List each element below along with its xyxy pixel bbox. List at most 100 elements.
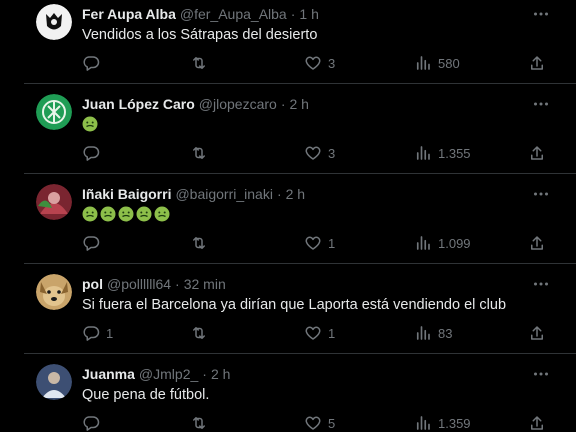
author-handle[interactable]: @fer_Aupa_Alba [180,6,287,22]
tweet-time[interactable]: 1 h [299,6,318,22]
share-icon [531,56,543,70]
author-name[interactable]: Fer Aupa Alba [82,6,176,22]
more-icon [534,192,548,196]
tweet-header: Iñaki Baigorri @baigorri_inaki · 2 h [82,184,305,204]
more-icon [534,282,548,286]
more-options-button[interactable] [532,5,550,23]
reply-feed: Fer Aupa Alba @fer_Aupa_Alba · 1 h Vendi… [0,0,576,432]
reply-icon [83,146,100,161]
share-button[interactable] [528,411,546,432]
reply-button[interactable] [82,231,106,255]
author-name[interactable]: pol [82,276,103,292]
like-count: 3 [328,145,336,161]
share-button[interactable] [528,51,546,75]
tweet-time[interactable]: 2 h [211,366,230,382]
views-icon [416,236,430,250]
tweet-text: Que pena de fútbol. [82,387,210,403]
views-count: 1.099 [438,235,471,251]
separator-dot: · [175,276,180,292]
retweet-button[interactable] [190,321,214,345]
share-button[interactable] [528,321,546,345]
tweet-juanma[interactable]: Juanma @Jmlp2_ · 2 h Que pena de fútbol.… [24,354,576,432]
like-icon [305,236,321,250]
share-icon [531,416,543,430]
avatar[interactable] [36,184,72,220]
tweet-time[interactable]: 2 h [290,96,309,112]
views-button[interactable]: 1.359 [414,411,471,432]
retweet-icon [193,237,205,249]
author-handle[interactable]: @jlopezcaro [199,96,277,112]
retweet-icon [193,147,205,159]
views-button[interactable]: 1.099 [414,231,471,255]
nauseated-face-emoji [82,116,98,132]
share-button[interactable] [528,141,546,165]
tweet-header: Juanma @Jmlp2_ · 2 h [82,364,230,384]
like-count: 3 [328,55,336,71]
retweet-button[interactable] [190,231,214,255]
share-icon [531,146,543,160]
like-button[interactable]: 3 [304,51,335,75]
tweet-actions: 3 580 [82,51,560,75]
nauseated-face-emoji [154,206,170,222]
author-name[interactable]: Juan López Caro [82,96,195,112]
views-count: 1.359 [438,415,471,431]
nauseated-face-emoji [118,206,134,222]
tweet-actions: 1 1 83 [82,321,560,345]
more-options-button[interactable] [532,365,550,383]
avatar[interactable] [36,4,72,40]
tweet-inaki-baigorri[interactable]: Iñaki Baigorri @baigorri_inaki · 2 h 1 1… [24,174,576,264]
more-icon [534,12,548,16]
share-icon [531,326,543,340]
tweet-header: Juan López Caro @jlopezcaro · 2 h [82,94,309,114]
nauseated-face-emoji [100,206,116,222]
reply-button[interactable]: 1 [82,321,113,345]
views-icon [416,326,430,340]
like-button[interactable]: 1 [304,231,335,255]
tweet-actions: 3 1.355 [82,141,560,165]
nauseated-face-emoji [136,206,152,222]
like-button[interactable]: 3 [304,141,335,165]
author-handle[interactable]: @Jmlp2_ [139,366,198,382]
avatar[interactable] [36,364,72,400]
views-icon [416,56,430,70]
author-name[interactable]: Juanma [82,366,135,382]
more-options-button[interactable] [532,185,550,203]
like-button[interactable]: 5 [304,411,335,432]
author-handle[interactable]: @baigorri_inaki [175,186,272,202]
reply-button[interactable] [82,51,106,75]
share-button[interactable] [528,231,546,255]
separator-dot: · [290,6,296,22]
separator-dot: · [202,366,207,382]
retweet-button[interactable] [190,51,214,75]
reply-button[interactable] [82,141,106,165]
like-icon [305,56,321,70]
reply-button[interactable] [82,411,106,432]
views-button[interactable]: 83 [414,321,452,345]
tweet-juan-lopez-caro[interactable]: Juan López Caro @jlopezcaro · 2 h 3 1.35… [24,84,576,174]
avatar[interactable] [36,274,72,310]
more-options-button[interactable] [532,95,550,113]
like-button[interactable]: 1 [304,321,335,345]
tweet-time[interactable]: 32 min [184,276,226,292]
tweet-header: Fer Aupa Alba @fer_Aupa_Alba · 1 h [82,4,319,24]
views-button[interactable]: 1.355 [414,141,471,165]
reply-icon [83,236,100,251]
author-handle[interactable]: @pollllll64 [107,276,171,292]
retweet-icon [193,327,205,339]
tweet-fer-aupa-alba[interactable]: Fer Aupa Alba @fer_Aupa_Alba · 1 h Vendi… [24,0,576,84]
more-icon [534,372,548,376]
tweet-actions: 1 1.099 [82,231,560,255]
more-options-button[interactable] [532,275,550,293]
avatar[interactable] [36,94,72,130]
retweet-button[interactable] [190,411,214,432]
tweet-header: pol @pollllll64 · 32 min [82,274,226,294]
tweet-pol[interactable]: pol @pollllll64 · 32 min Si fuera el Bar… [24,264,576,354]
separator-dot: · [276,186,282,202]
tweet-time[interactable]: 2 h [286,186,305,202]
author-name[interactable]: Iñaki Baigorri [82,186,171,202]
retweet-icon [193,57,205,69]
views-button[interactable]: 580 [414,51,460,75]
retweet-icon [193,417,205,429]
more-icon [534,102,548,106]
retweet-button[interactable] [190,141,214,165]
